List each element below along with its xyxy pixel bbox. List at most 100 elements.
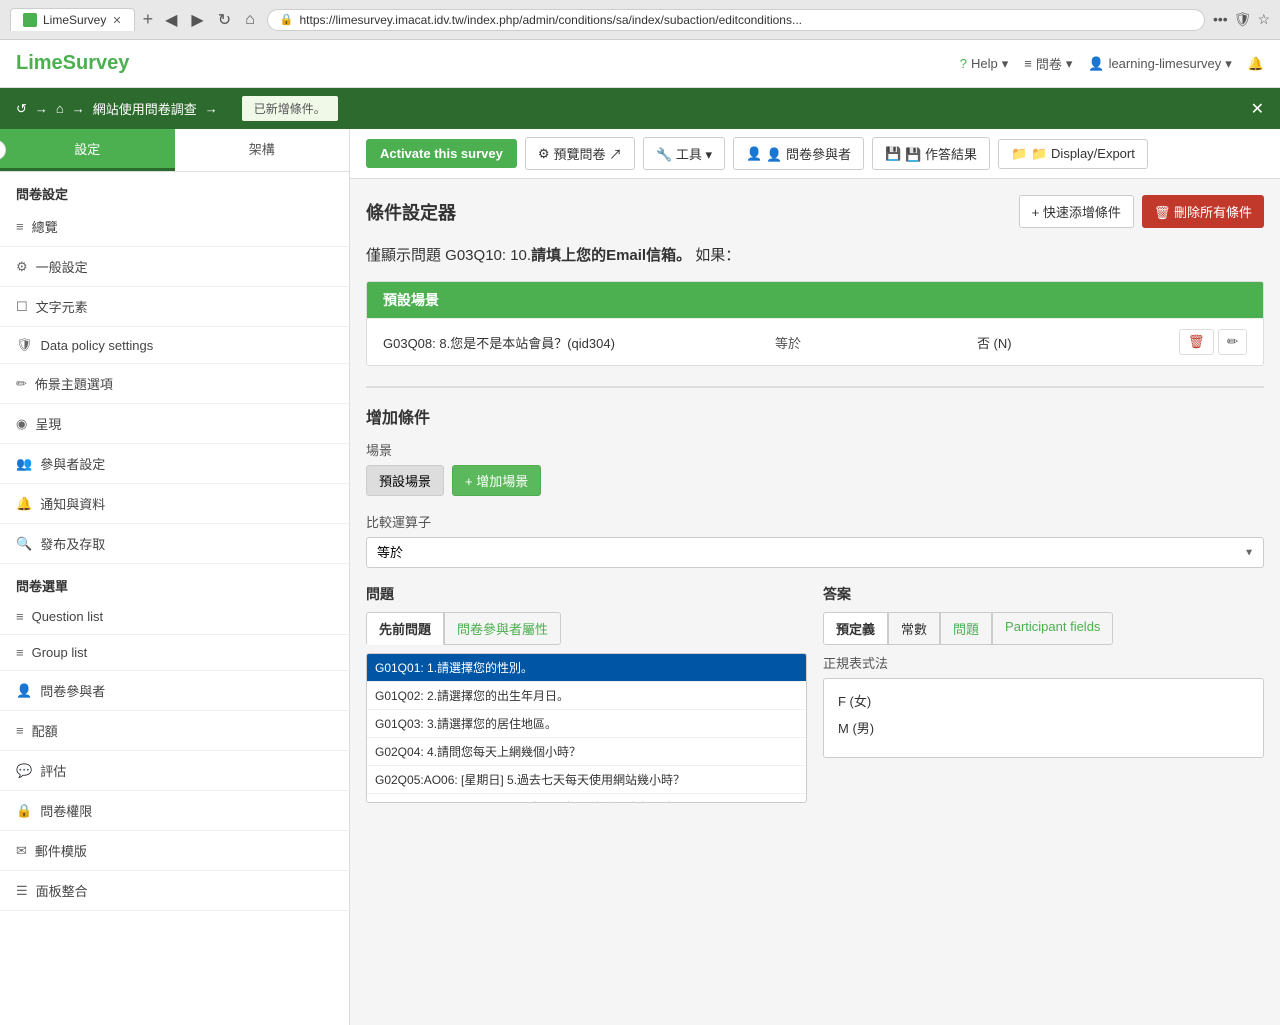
question-listbox[interactable]: G01Q01: 1.請選擇您的性別。 G01Q02: 2.請選擇您的出生年月日。… bbox=[366, 653, 807, 803]
breadcrumb-arrow3-icon: → bbox=[205, 101, 218, 116]
survey-menu-title: 問卷選單 bbox=[0, 564, 349, 599]
browser-tab[interactable]: LimeSurvey ✕ bbox=[10, 8, 135, 31]
default-scenario-tab[interactable]: 預設場景 bbox=[366, 465, 444, 496]
publish-icon: 🔍 bbox=[16, 536, 32, 552]
sidebar-item-assessment[interactable]: 💬 評估 bbox=[0, 751, 349, 791]
answer-listbox[interactable]: F (女) M (男) bbox=[823, 678, 1264, 758]
regex-label: 正規表式法 bbox=[823, 653, 1264, 672]
notification-button[interactable]: 🔔 bbox=[1248, 56, 1264, 72]
condition-question-label: G03Q08: 8.您是不是本站會員？(qid304) bbox=[383, 333, 763, 352]
display-export-button[interactable]: 📁 📁 Display/Export bbox=[998, 139, 1148, 169]
notification-close-button[interactable]: ✕ bbox=[1251, 99, 1264, 119]
tab-participant-attribute[interactable]: 問卷參與者屬性 bbox=[444, 612, 561, 645]
more-icon[interactable]: ••• bbox=[1213, 11, 1228, 28]
group-list-icon: ≡ bbox=[16, 645, 24, 660]
participants-settings-icon: 👥 bbox=[16, 456, 32, 472]
browser-nav: ◀ ▶ ↻ ⌂ bbox=[161, 8, 259, 32]
breadcrumb-bar: ↺ → ⌂ → 網站使用問卷調查 → 已新增條件。 ✕ bbox=[0, 88, 1280, 129]
sidebar-item-general[interactable]: ⚙ 一般設定 bbox=[0, 247, 349, 287]
quick-add-condition-button[interactable]: + 快速添增條件 bbox=[1019, 195, 1134, 228]
sidebar-item-permissions[interactable]: 🔒 問卷權限 bbox=[0, 791, 349, 831]
sidebar-item-theme[interactable]: ✏ 佈景主題選項 bbox=[0, 364, 349, 404]
sidebar-item-text[interactable]: ☐ 文字元素 bbox=[0, 287, 349, 327]
responses-label: 💾 作答結果 bbox=[905, 144, 977, 163]
add-scenario-button[interactable]: + 增加場景 bbox=[452, 465, 541, 496]
operator-select-wrapper: 等於 bbox=[366, 537, 1264, 568]
survey-menu-chevron-icon: ▾ bbox=[1066, 56, 1073, 72]
user-menu-button[interactable]: 👤 learning-limesurvey ▾ bbox=[1088, 56, 1231, 72]
forward-button[interactable]: ▶ bbox=[187, 8, 207, 32]
browser-menu-icons: ••• 🛡 ☆ bbox=[1213, 11, 1270, 28]
condition-operator: 等於 bbox=[775, 333, 965, 352]
breadcrumb-arrow2-icon: → bbox=[72, 101, 85, 116]
back-button[interactable]: ◀ bbox=[161, 8, 181, 32]
add-condition-title: 增加條件 bbox=[366, 404, 1264, 428]
tab-question-answer[interactable]: 問題 bbox=[940, 612, 992, 645]
refresh-button[interactable]: ↻ bbox=[214, 8, 235, 32]
breadcrumb-title[interactable]: 網站使用問卷調查 bbox=[93, 99, 197, 118]
main-layout: ◀ 設定 架構 問卷設定 ≡ 總覽 ⚙ 一般設定 ☐ 文字元素 🛡 Data p… bbox=[0, 129, 1280, 1025]
delete-all-conditions-button[interactable]: 🗑 刪除所有條件 bbox=[1142, 195, 1264, 228]
scenario-field-label: 場景 bbox=[366, 440, 1264, 459]
question-list-item[interactable]: G02Q04: 4.請問您每天上網幾個小時？ bbox=[367, 738, 806, 766]
sidebar-item-publish[interactable]: 🔍 發布及存取 bbox=[0, 524, 349, 564]
home-button[interactable]: ⌂ bbox=[241, 9, 259, 31]
delete-condition-button[interactable]: 🗑 bbox=[1179, 329, 1214, 355]
sidebar-item-theme-label: 佈景主題選項 bbox=[35, 374, 113, 393]
question-list-icon: ≡ bbox=[16, 609, 24, 624]
sidebar-item-participants-settings[interactable]: 👥 參與者設定 bbox=[0, 444, 349, 484]
star-icon[interactable]: ☆ bbox=[1257, 11, 1270, 28]
scenario-tabs: 預設場景 + 增加場景 bbox=[366, 465, 1264, 496]
tab-structure[interactable]: 架構 bbox=[175, 129, 350, 171]
sidebar-item-overview-label: 總覽 bbox=[32, 217, 58, 236]
sidebar-item-group-list[interactable]: ≡ Group list bbox=[0, 635, 349, 671]
question-list-item[interactable]: G02Q05:AO05: [星期六] 5.過去七天每天使用網站幾小時？ bbox=[367, 794, 806, 803]
sidebar-item-overview[interactable]: ≡ 總覽 bbox=[0, 207, 349, 247]
operator-select[interactable]: 等於 bbox=[366, 537, 1264, 568]
edit-condition-button[interactable]: ✏ bbox=[1218, 329, 1247, 355]
breadcrumb-refresh-icon: ↺ bbox=[16, 101, 27, 117]
participants-button[interactable]: 👤 👤 問卷參與者 bbox=[733, 137, 864, 170]
tab-constant[interactable]: 常數 bbox=[888, 612, 940, 645]
address-bar[interactable]: 🔒 https://limesurvey.imacat.idv.tw/index… bbox=[267, 9, 1205, 31]
question-column-label: 問題 bbox=[366, 584, 807, 604]
question-list-item[interactable]: G02Q05:AO06: [星期日] 5.過去七天每天使用網站幾小時？ bbox=[367, 766, 806, 794]
sidebar-item-panel-integration[interactable]: ☰ 面板整合 bbox=[0, 871, 349, 911]
sidebar-item-presentation[interactable]: ◉ 呈現 bbox=[0, 404, 349, 444]
logo[interactable]: LimeSurvey bbox=[16, 52, 129, 75]
help-button[interactable]: ? Help ▾ bbox=[960, 56, 1009, 72]
tab-settings[interactable]: 設定 bbox=[0, 129, 175, 171]
sidebar-item-notification[interactable]: 🔔 通知與資料 bbox=[0, 484, 349, 524]
tab-predefined[interactable]: 預定義 bbox=[823, 612, 888, 645]
sidebar-item-data-policy[interactable]: 🛡 Data policy settings bbox=[0, 327, 349, 364]
sidebar-item-email-templates[interactable]: ✉ 郵件模版 bbox=[0, 831, 349, 871]
new-tab-button[interactable]: + bbox=[143, 9, 154, 30]
tab-previous-question[interactable]: 先前問題 bbox=[366, 612, 444, 645]
condition-actions: 🗑 ✏ bbox=[1179, 329, 1247, 355]
sidebar-item-question-list[interactable]: ≡ Question list bbox=[0, 599, 349, 635]
help-icon: ? bbox=[960, 56, 967, 71]
sidebar-item-data-policy-label: Data policy settings bbox=[41, 338, 154, 353]
question-list-item[interactable]: G01Q01: 1.請選擇您的性別。 bbox=[367, 654, 806, 682]
user-label: learning-limesurvey bbox=[1109, 56, 1222, 71]
answer-list-item[interactable]: F (女) bbox=[832, 687, 1255, 714]
survey-menu-label: 問卷 bbox=[1036, 54, 1062, 73]
scenario-box: 預設場景 G03Q08: 8.您是不是本站會員？(qid304) 等於 否 (N… bbox=[366, 281, 1264, 366]
survey-menu-button[interactable]: ≡ 問卷 ▾ bbox=[1024, 54, 1072, 73]
question-list-item[interactable]: G01Q02: 2.請選擇您的出生年月日。 bbox=[367, 682, 806, 710]
question-list-item[interactable]: G01Q03: 3.請選擇您的居住地區。 bbox=[367, 710, 806, 738]
sidebar-item-quota[interactable]: ≡ 配額 bbox=[0, 711, 349, 751]
tools-button[interactable]: 🔧 工具 ▾ bbox=[643, 137, 725, 170]
notification-icon: 🔔 bbox=[16, 496, 32, 512]
text-icon: ☐ bbox=[16, 299, 28, 315]
tab-participant-fields[interactable]: Participant fields bbox=[992, 612, 1113, 645]
activate-survey-button[interactable]: Activate this survey bbox=[366, 139, 517, 168]
section-actions: + 快速添增條件 🗑 刪除所有條件 bbox=[1019, 195, 1264, 228]
sidebar-item-survey-participants[interactable]: 👤 問卷參與者 bbox=[0, 671, 349, 711]
tab-close[interactable]: ✕ bbox=[112, 14, 121, 27]
answer-list-item[interactable]: M (男) bbox=[832, 714, 1255, 741]
preview-survey-button[interactable]: ⚙ 預覽問卷 ↗ bbox=[525, 137, 635, 170]
breadcrumb-home-icon[interactable]: ⌂ bbox=[56, 101, 64, 116]
topnav-right: ? Help ▾ ≡ 問卷 ▾ 👤 learning-limesurvey ▾ … bbox=[960, 54, 1264, 73]
responses-button[interactable]: 💾 💾 作答結果 bbox=[872, 137, 990, 170]
